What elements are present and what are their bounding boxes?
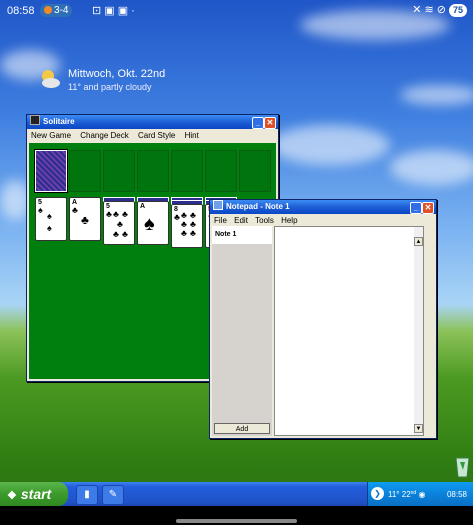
tableau-card[interactable]: A ♣ ♣ xyxy=(69,197,101,241)
club-icon: ♣ xyxy=(190,228,196,238)
notepad-app-icon xyxy=(213,200,223,210)
foundation-slot[interactable] xyxy=(171,150,203,192)
spade-icon: ♠ xyxy=(47,223,52,233)
scroll-up-icon[interactable]: ▲ xyxy=(414,237,423,246)
record-dot-icon xyxy=(44,6,52,14)
club-icon: ♣ xyxy=(113,209,119,219)
close-button[interactable]: ✕ xyxy=(422,202,434,214)
tray-temperature: 11° xyxy=(388,490,400,499)
card-suit: ♠ xyxy=(38,205,43,215)
solitaire-app-icon xyxy=(30,115,40,125)
tableau-card[interactable]: 5 ♣ ♣ ♣ ♣ ♣ ♣ xyxy=(103,201,135,245)
waste-slot[interactable] xyxy=(69,150,101,192)
weather-date: Mittwoch, Okt. 22nd xyxy=(68,68,166,80)
call-pill-label: 3-4 xyxy=(54,5,69,16)
weather-sun-cloud-icon xyxy=(42,70,60,88)
start-label: start xyxy=(20,486,52,502)
scroll-down-icon[interactable]: ▼ xyxy=(414,424,423,433)
solitaire-app-icon: ▮ xyxy=(84,489,90,500)
wifi-icon: ≋ xyxy=(424,4,434,16)
menu-change-deck[interactable]: Change Deck xyxy=(80,131,128,140)
club-icon: ♣ xyxy=(122,229,128,239)
status-time: 08:58 xyxy=(7,5,35,17)
close-button[interactable]: ✕ xyxy=(264,117,276,129)
tableau-card[interactable]: 5 ♠ ♠ ♠ xyxy=(35,197,67,241)
tray-date-suffix: nd xyxy=(410,490,417,496)
mute-icon: ✕ xyxy=(412,4,422,16)
system-tray: ❯ 11° 22nd ◉ 08:58 xyxy=(367,482,473,506)
navigation-bar xyxy=(0,506,473,525)
windows-flag-icon: ❖ xyxy=(7,490,17,502)
menu-file[interactable]: File xyxy=(214,216,227,225)
desktop: 08:58 3-4 ⊡ ▣ ▣ · ✕ ≋ ⊘ 75 Mittwoch, Okt.… xyxy=(0,0,473,525)
start-button[interactable]: ❖ start xyxy=(0,482,68,506)
card-suit: ♣ xyxy=(174,212,180,222)
tray-arrow-icon[interactable]: ❯ xyxy=(371,487,384,500)
note-text-area[interactable]: ▲ ▼ xyxy=(274,226,424,436)
tray-clock[interactable]: 08:58 xyxy=(447,490,467,499)
menu-help[interactable]: Help xyxy=(281,216,297,225)
spade-icon: ♠ xyxy=(47,211,52,221)
recycle-bin-icon[interactable] xyxy=(452,452,473,478)
menu-tools[interactable]: Tools xyxy=(255,216,274,225)
club-icon: ♣ xyxy=(181,228,187,238)
menu-hint[interactable]: Hint xyxy=(185,131,199,140)
tableau-card[interactable]: 8 ♣ ♣ ♣ ♣ ♣ ♣ ♣ xyxy=(171,204,203,248)
notes-sidebar: Note 1 Add xyxy=(212,226,272,436)
foundation-slot[interactable] xyxy=(205,150,237,192)
foundation-slot[interactable] xyxy=(137,150,169,192)
card-suit: ♣ xyxy=(106,209,112,219)
card-suit: ♠ xyxy=(144,213,155,235)
call-pill[interactable]: 3-4 xyxy=(40,4,73,17)
minimize-button[interactable]: _ xyxy=(410,202,422,214)
taskbar-solitaire[interactable]: ▮ xyxy=(76,485,98,505)
club-icon: ♣ xyxy=(122,209,128,219)
menu-card-style[interactable]: Card Style xyxy=(138,131,175,140)
notepad-title: Notepad - Note 1 xyxy=(226,202,290,211)
club-icon: ♣ xyxy=(81,213,89,227)
foundation-slot[interactable] xyxy=(103,150,135,192)
notepad-menubar: File Edit Tools Help xyxy=(214,216,436,225)
weather-condition: 11° and partly cloudy xyxy=(68,82,152,92)
minimize-button[interactable]: _ xyxy=(252,117,264,129)
solitaire-menubar: New Game Change Deck Card Style Hint xyxy=(31,131,278,140)
card-rank: A xyxy=(140,203,146,210)
menu-new-game[interactable]: New Game xyxy=(31,131,71,140)
club-icon: ♣ xyxy=(117,219,123,229)
tableau-card[interactable]: A ♠ xyxy=(137,201,169,245)
taskbar-notepad[interactable]: ✎ xyxy=(102,485,124,505)
notification-icons: ⊡ ▣ ▣ · xyxy=(92,5,135,17)
notepad-app-icon: ✎ xyxy=(108,489,118,500)
notepad-titlebar[interactable]: Notepad - Note 1 _ ✕ xyxy=(210,200,436,214)
solitaire-titlebar[interactable]: Solitaire _ ✕ xyxy=(27,115,278,129)
tray-date-num: 22 xyxy=(401,490,411,499)
notepad-window[interactable]: Notepad - Note 1 _ ✕ File Edit Tools Hel… xyxy=(209,199,437,439)
menu-edit[interactable]: Edit xyxy=(234,216,248,225)
dnd-icon: ⊘ xyxy=(436,4,446,16)
solitaire-title: Solitaire xyxy=(43,117,75,126)
foundation-slot[interactable] xyxy=(239,150,271,192)
speaker-icon[interactable]: ◉ xyxy=(418,490,425,499)
club-icon: ♣ xyxy=(113,229,119,239)
add-note-button[interactable]: Add xyxy=(214,423,270,434)
taskbar: ❖ start ▮ ✎ ❯ 11° 22nd ◉ 08:58 xyxy=(0,482,473,506)
status-right-icons: ✕ ≋ ⊘ 75 xyxy=(412,3,467,17)
stock-pile[interactable] xyxy=(34,149,68,193)
vertical-scrollbar[interactable]: ▲ ▼ xyxy=(414,227,423,435)
card-suit: ♣ xyxy=(72,205,78,215)
battery-badge: 75 xyxy=(448,4,467,17)
home-gesture-handle[interactable] xyxy=(176,519,297,523)
tray-weather[interactable]: 11° 22nd ◉ xyxy=(388,490,425,499)
note-list-item[interactable]: Note 1 xyxy=(212,226,272,244)
notepad-body: Note 1 Add ▲ ▼ xyxy=(212,226,434,436)
system-status-bar: 08:58 3-4 ⊡ ▣ ▣ · ✕ ≋ ⊘ 75 xyxy=(0,0,473,22)
